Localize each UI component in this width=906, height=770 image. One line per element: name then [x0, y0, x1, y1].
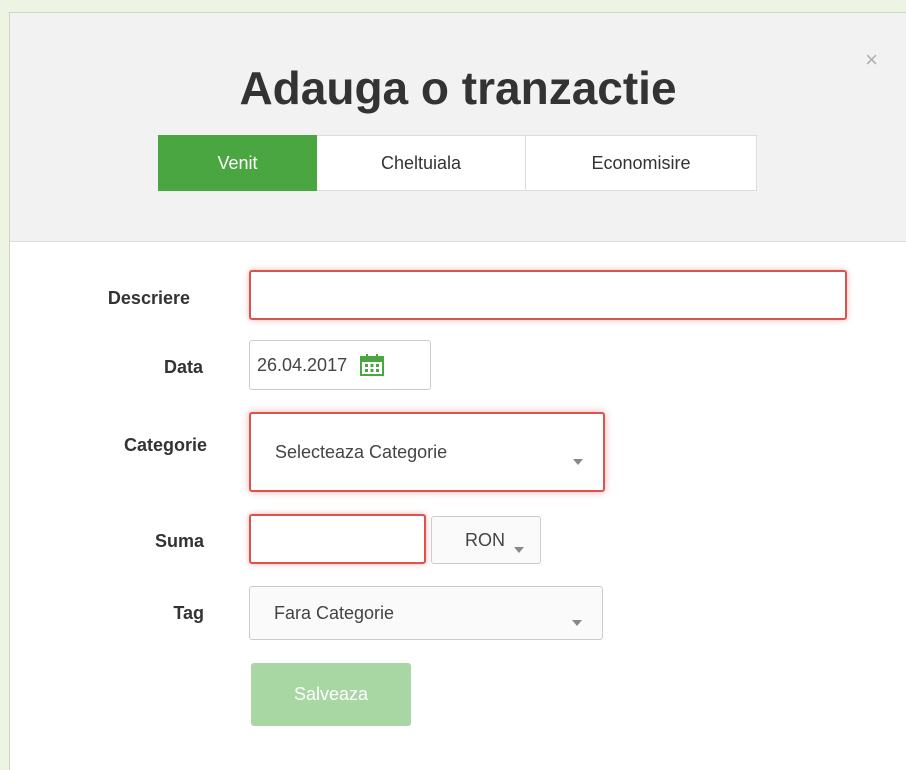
currency-select[interactable]: RON — [431, 516, 541, 564]
calendar-icon[interactable] — [359, 353, 385, 377]
category-selected-value: Selecteaza Categorie — [275, 441, 448, 462]
amount-label: Suma — [154, 531, 204, 551]
currency-selected-value: RON — [465, 529, 505, 550]
modal-title: Adauga o tranzactie — [239, 62, 677, 114]
chevron-down-icon — [573, 449, 583, 470]
date-value: 26.04.2017 — [257, 354, 348, 375]
tag-label: Tag — [173, 603, 204, 623]
transaction-type-tabs: Venit Cheltuiala Economisire — [158, 135, 757, 191]
save-button[interactable]: Salveaza — [251, 663, 411, 726]
modal-header: Adauga o tranzactie × Venit Cheltuiala E… — [10, 13, 906, 242]
date-label: Data — [163, 357, 203, 377]
tab-cheltuiala[interactable]: Cheltuiala — [317, 135, 526, 191]
close-button[interactable]: × — [865, 49, 878, 71]
chevron-down-icon — [514, 537, 524, 558]
description-label: Descriere — [107, 288, 190, 308]
category-label: Categorie — [123, 435, 207, 455]
category-select[interactable]: Selecteaza Categorie — [249, 412, 605, 492]
tab-venit[interactable]: Venit — [158, 135, 317, 191]
amount-input[interactable] — [249, 514, 426, 564]
tab-economisire[interactable]: Economisire — [526, 135, 757, 191]
chevron-down-icon — [572, 610, 582, 631]
add-transaction-modal: Adauga o tranzactie × Venit Cheltuiala E… — [9, 12, 906, 770]
tag-selected-value: Fara Categorie — [274, 602, 395, 623]
tag-select[interactable]: Fara Categorie — [249, 586, 603, 640]
description-input[interactable] — [249, 270, 847, 320]
date-input[interactable]: 26.04.2017 — [249, 340, 431, 390]
